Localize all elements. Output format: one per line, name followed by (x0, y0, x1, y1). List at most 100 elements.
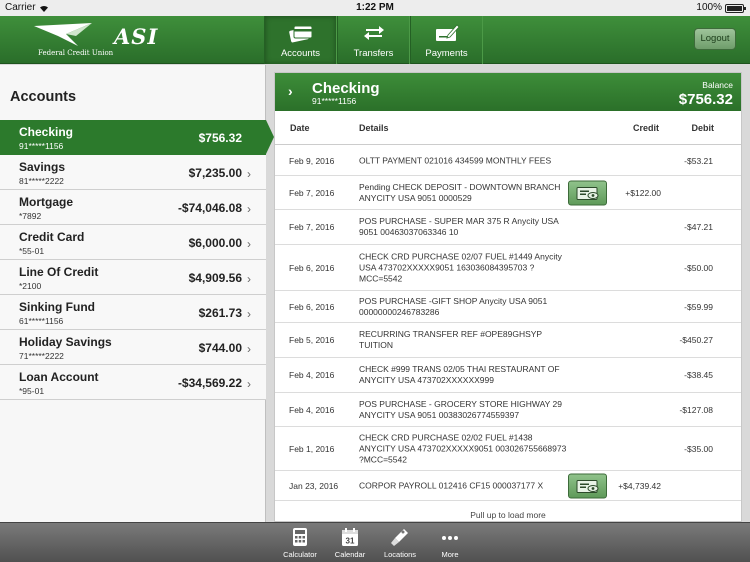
tab-calculator-label: Calculator (283, 550, 317, 559)
sidebar-title: Accounts (10, 89, 77, 105)
chevron-right-icon: › (247, 237, 251, 251)
logout-button[interactable]: Logout (694, 28, 736, 50)
transaction-row[interactable]: Feb 9, 2016 OLTT PAYMENT 021016 434599 M… (275, 146, 741, 176)
account-balance: $4,909.56 (188, 271, 242, 285)
logo-subtitle: Federal Credit Union (38, 49, 114, 57)
transaction-details: POS PURCHASE -GIFT SHOP Anycity USA 9051… (359, 295, 548, 317)
view-check-image-button[interactable] (568, 473, 607, 498)
calendar-icon: 31 (342, 528, 358, 546)
map-pin-icon (391, 529, 408, 546)
account-item-savings[interactable]: Savings 81*****2222 $7,235.00 › (0, 155, 266, 190)
account-balance: $6,000.00 (188, 236, 242, 250)
account-item-mortgage[interactable]: Mortgage *7892 -$74,046.08 › (0, 190, 266, 225)
transaction-details: POS PURCHASE - SUPER MAR 375 R Anycity U… (359, 216, 559, 237)
transaction-debit: -$53.21 (684, 155, 713, 166)
nav-accounts[interactable]: Accounts (264, 16, 337, 64)
column-details: Details (359, 123, 389, 133)
account-name: Sinking Fund (19, 300, 95, 314)
nav-payments[interactable]: Payments (410, 16, 483, 64)
status-bar: Carrier 1:22 PM 100% (0, 0, 750, 16)
transaction-date: Feb 6, 2016 (289, 262, 335, 273)
transaction-row[interactable]: Feb 4, 2016 CHECK #999 TRANS 02/05 THAI … (275, 358, 741, 393)
nav-accounts-label: Accounts (280, 48, 321, 59)
transaction-debit: -$450.27 (679, 335, 713, 345)
transaction-row[interactable]: Jan 23, 2016 CORPOR PAYROLL 012416 CF15 … (275, 471, 741, 501)
account-item-checking[interactable]: Checking 91*****1156 $756.32 (0, 120, 274, 155)
tab-more-label: More (441, 550, 459, 559)
account-item-credit-card[interactable]: Credit Card *55-01 $6,000.00 › (0, 225, 266, 260)
transaction-row[interactable]: Feb 5, 2016 RECURRING TRANSFER REF #OPE8… (275, 323, 741, 358)
account-balance: $756.32 (198, 131, 242, 145)
transaction-debit: -$50.00 (684, 262, 713, 273)
account-item-holiday-savings[interactable]: Holiday Savings 71*****2222 $744.00 › (0, 330, 266, 365)
nav-transfers-label: Transfers (353, 48, 394, 59)
column-credit: Credit (632, 123, 659, 133)
account-balance: -$74,046.08 (177, 201, 242, 215)
tab-calendar-label: Calendar (334, 550, 366, 559)
account-list: Checking 91*****1156 $756.32 Savings 81*… (0, 120, 274, 400)
transaction-date: Feb 4, 2016 (289, 404, 335, 415)
transaction-debit: -$59.99 (684, 301, 713, 312)
balance-label: Balance (702, 80, 733, 90)
transaction-debit: -$35.00 (684, 443, 713, 454)
check-pen-icon (435, 24, 460, 41)
account-balance: $744.00 (198, 341, 242, 355)
calendar-day: 31 (346, 537, 355, 546)
pull-to-load-more[interactable]: Pull up to load more (275, 510, 741, 520)
account-balance: $7,235.00 (188, 166, 242, 180)
transaction-row[interactable]: Feb 7, 2016 Pending CHECK DEPOSIT - DOWN… (275, 176, 741, 210)
account-detail-number: 91*****1156 (312, 96, 357, 106)
transaction-details: CORPOR PAYROLL 012416 CF15 000037177 X (359, 480, 544, 490)
transaction-details: Pending CHECK DEPOSIT - DOWNTOWN BRANCH … (359, 181, 561, 203)
transaction-debit: -$127.08 (679, 404, 713, 415)
account-name: Loan Account (19, 370, 99, 384)
account-number: 61*****1156 (19, 316, 64, 326)
transactions-header: Date Details Credit Debit (275, 111, 741, 145)
account-item-sinking-fund[interactable]: Sinking Fund 61*****1156 $261.73 › (0, 295, 266, 330)
chevron-right-icon: › (247, 202, 251, 216)
account-item-loan-account[interactable]: Loan Account *95-01 -$34,569.22 › (0, 365, 266, 400)
nav-transfers[interactable]: Transfers (337, 16, 410, 64)
chevron-right-icon: › (247, 307, 251, 321)
transaction-date: Feb 5, 2016 (289, 335, 335, 345)
transaction-details: CHECK CRD PURCHASE 02/02 FUEL #1438 ANYC… (359, 432, 567, 464)
check-image-icon (576, 186, 599, 200)
logo-mark-icon (34, 23, 92, 46)
column-date: Date (290, 123, 310, 133)
transaction-row[interactable]: Feb 1, 2016 CHECK CRD PURCHASE 02/02 FUE… (275, 427, 741, 471)
account-number: *2100 (19, 281, 42, 291)
transaction-row[interactable]: Feb 6, 2016 CHECK CRD PURCHASE 02/07 FUE… (275, 245, 741, 291)
account-name: Mortgage (19, 195, 73, 209)
transaction-row[interactable]: Feb 7, 2016 POS PURCHASE - SUPER MAR 375… (275, 210, 741, 245)
account-detail-panel: › Checking 91*****1156 Balance $756.32 D… (274, 72, 742, 522)
account-detail-header[interactable]: › Checking 91*****1156 Balance $756.32 (275, 73, 741, 111)
transaction-row[interactable]: Feb 6, 2016 POS PURCHASE -GIFT SHOP Anyc… (275, 291, 741, 323)
tab-more[interactable]: More (425, 523, 475, 562)
view-check-image-button[interactable] (568, 180, 607, 205)
account-detail-balance: $756.32 (678, 91, 733, 108)
account-item-line-of-credit[interactable]: Line Of Credit *2100 $4,909.56 › (0, 260, 266, 295)
nav-payments-label: Payments (425, 48, 468, 59)
transaction-row[interactable]: Feb 4, 2016 POS PURCHASE - GROCERY STORE… (275, 393, 741, 427)
transactions-list: Feb 9, 2016 OLTT PAYMENT 021016 434599 M… (275, 146, 741, 501)
tab-locations-label: Locations (383, 550, 417, 559)
tab-calendar[interactable]: 31 Calendar (325, 523, 375, 562)
account-name: Holiday Savings (19, 335, 112, 349)
transaction-credit: +$122.00 (625, 187, 661, 198)
tab-calculator[interactable]: Calculator (275, 523, 325, 562)
chevron-right-icon: › (288, 83, 293, 99)
account-balance: $261.73 (198, 306, 242, 320)
account-number: *55-01 (19, 246, 45, 256)
transaction-details: POS PURCHASE - GROCERY STORE HIGHWAY 29 … (359, 398, 562, 420)
transaction-debit: -$47.21 (684, 222, 713, 232)
transaction-date: Feb 7, 2016 (289, 187, 335, 198)
account-number: 91*****1156 (19, 141, 64, 151)
app-header: ASI Federal Credit Union Accounts Transf… (0, 16, 750, 64)
account-name: Credit Card (19, 230, 85, 244)
account-name: Savings (19, 160, 66, 174)
transfer-arrows-icon (363, 26, 384, 40)
cards-icon (288, 25, 312, 43)
transaction-date: Feb 4, 2016 (289, 370, 335, 380)
battery-icon (725, 4, 746, 13)
tab-locations[interactable]: Locations (375, 523, 425, 562)
